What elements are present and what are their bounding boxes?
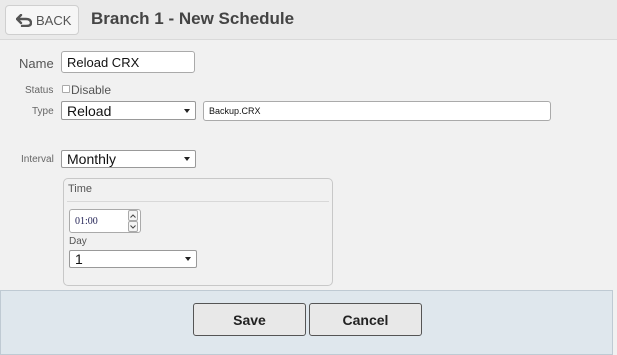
chevron-down-icon [130, 224, 136, 229]
day-label: Day [69, 236, 87, 247]
name-label: Name [19, 56, 54, 71]
footer-bar: Save Cancel [0, 290, 613, 355]
type-select[interactable]: Reload [61, 101, 196, 120]
time-legend: Time [68, 183, 93, 195]
type-label: Type [32, 106, 54, 117]
caret-down-icon [184, 157, 190, 161]
interval-select-value: Monthly [67, 151, 117, 167]
caret-down-icon [184, 108, 190, 113]
disable-checkbox[interactable] [62, 85, 70, 93]
save-button[interactable]: Save [193, 303, 306, 336]
back-label: BACK [36, 12, 72, 28]
name-input[interactable]: Reload CRX [61, 51, 195, 73]
chevron-up-icon [130, 213, 136, 218]
time-increment[interactable] [128, 210, 138, 221]
file-input[interactable]: Backup.CRX [203, 101, 551, 121]
interval-select[interactable]: Monthly [61, 150, 196, 168]
time-divider [67, 201, 329, 202]
caret-down-icon [185, 257, 191, 261]
undo-arrow-icon [16, 13, 32, 27]
interval-label: Interval [21, 154, 54, 165]
time-panel: Time 01:00 Day 1 [63, 178, 333, 286]
type-select-value: Reload [67, 102, 112, 119]
day-select[interactable]: 1 [69, 250, 197, 268]
day-select-value: 1 [75, 251, 83, 267]
back-button[interactable]: BACK [5, 5, 79, 35]
header-bar: BACK Branch 1 - New Schedule [0, 0, 617, 40]
cancel-button[interactable]: Cancel [309, 303, 422, 336]
page-title: Branch 1 - New Schedule [91, 9, 295, 28]
disable-label: Disable [71, 83, 112, 97]
status-label: Status [25, 85, 54, 96]
time-decrement[interactable] [128, 221, 138, 232]
